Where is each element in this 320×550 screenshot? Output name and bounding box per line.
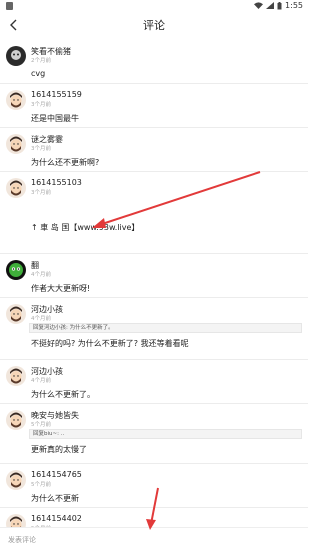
comment-item[interactable]: 河边小孩 4个月前 回复河边小孩: 为什么不更新了。 不挺好的吗? 为什么不更新了? … [0,298,308,360]
avatar[interactable] [6,366,26,386]
comment-time: 4个月前 [31,272,51,278]
comment-time: 5个月前 [31,422,51,428]
comment-text: ↑ 車 岛 国【www.93w.live】 [31,223,140,232]
page-title: 评论 [143,19,165,32]
comment-time: 2个月前 [31,58,51,64]
comment-time: 3个月前 [31,190,51,196]
signal-icon [266,2,275,9]
comment-time: 4个月前 [31,378,51,384]
avatar[interactable] [6,260,26,280]
comment-text: 为什么不更新 [31,494,79,503]
comment-time: 3个月前 [31,102,51,108]
reply-quote: 回复河边小孩: 为什么不更新了。 [29,323,302,333]
comment-item[interactable]: 1614155159 3个月前还是中国最牛 [0,84,308,128]
comment-input[interactable]: 发表评论 [0,527,308,550]
comment-author[interactable]: 1614155103 [31,178,82,187]
comment-time: 3个月前 [31,146,51,152]
comment-time: 4个月前 [31,316,51,322]
comment-time: 5个月前 [31,482,51,488]
comment-text: 为什么不更新了。 [31,390,95,399]
comment-author[interactable]: 1614154402 [31,514,82,523]
comment-item[interactable]: 1614155103 3个月前 ↑ 車 岛 国【www.93w.live】 [0,172,308,254]
comment-item[interactable]: 晚安与她皆失 5个月前 回复biu~: .. 更新真的太慢了 [0,404,308,464]
top-bar: 评论 [0,14,308,36]
comment-text: 不挺好的吗? 为什么不更新了? 我还等着看呢 [31,339,189,348]
comment-item[interactable]: 谜之雾霎 3个月前 为什么还不更新啊? [0,128,308,172]
comment-text: 作者大大更新呀! [31,284,91,293]
avatar[interactable] [6,410,26,430]
reply-quote: 回复biu~: .. [29,429,302,439]
comment-text: 还是中国最牛 [31,114,79,123]
avatar[interactable] [6,90,26,110]
comment-item[interactable]: 1614154765 5个月前为什么不更新 [0,464,308,508]
comment-text: 为什么还不更新啊? [31,158,100,167]
avatar[interactable] [6,304,26,324]
status-bar: 1:55 [0,0,308,14]
battery-icon [277,1,282,9]
avatar[interactable] [6,46,26,66]
comment-item[interactable]: 笑看不偷猪 2个月前 cvg [0,40,308,84]
avatar[interactable] [6,470,26,490]
clock: 1:55 [285,1,303,10]
comment-input-placeholder: 发表评论 [8,536,36,544]
avatar[interactable] [6,134,26,154]
comment-item[interactable]: 河边小孩 4个月前 为什么不更新了。 [0,360,308,404]
avatar[interactable] [6,178,26,198]
comment-text: cvg [31,69,46,78]
comment-author[interactable]: 1614155159 [31,90,82,99]
wifi-icon [254,2,264,9]
comment-text: 更新真的太慢了 [31,445,87,454]
notification-icon [6,2,13,10]
comment-author[interactable]: 1614154765 [31,470,82,479]
comment-item[interactable]: 翻 4个月前 作者大大更新呀! [0,254,308,298]
